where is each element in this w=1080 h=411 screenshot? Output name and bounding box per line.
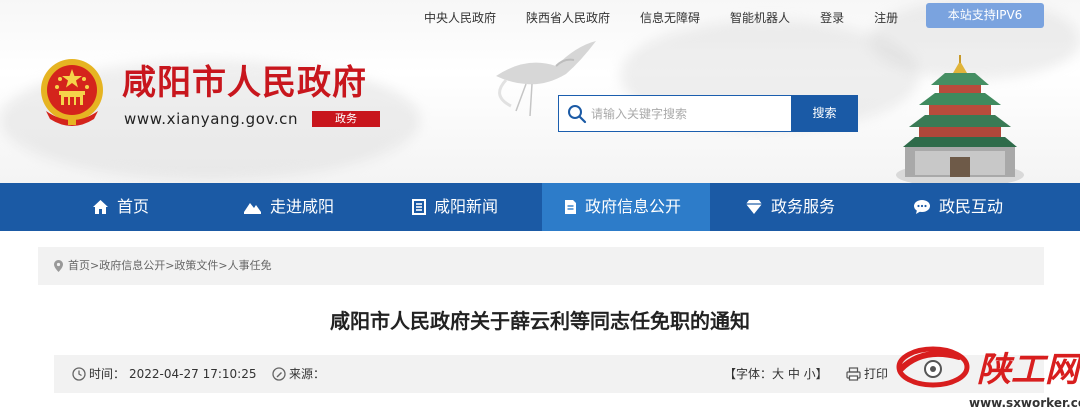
clock-icon bbox=[72, 367, 86, 381]
site-domain: www.xianyang.gov.cn bbox=[124, 110, 299, 128]
nav-item-info-disclosure[interactable]: 政府信息公开 bbox=[542, 183, 710, 231]
svg-text:陕工网: 陕工网 bbox=[977, 350, 1080, 390]
mountain-icon bbox=[244, 203, 261, 214]
nav-item-interaction[interactable]: 政民互动 bbox=[913, 183, 1003, 231]
source-label: 来源： bbox=[289, 367, 326, 381]
nav-item-label: 政务服务 bbox=[771, 197, 836, 216]
time-value: 2022-04-27 17:10:25 bbox=[129, 367, 257, 381]
main-nav: 首页 走进咸阳 咸阳新闻 政府信息公开 政务服务 政民互动 bbox=[0, 183, 1080, 231]
bell-tower-illustration bbox=[896, 55, 1024, 183]
search-box: 搜索 bbox=[558, 95, 858, 132]
link-login[interactable]: 登录 bbox=[820, 9, 844, 27]
search-button[interactable]: 搜索 bbox=[791, 95, 858, 132]
diamond-icon bbox=[746, 200, 762, 214]
print-button[interactable]: 打印 bbox=[846, 355, 888, 393]
link-shaanxi-government[interactable]: 陕西省人民政府 bbox=[526, 9, 610, 27]
nav-item-label: 咸阳新闻 bbox=[434, 197, 499, 216]
search-icon bbox=[568, 105, 587, 124]
sxworker-watermark-logo: 陕工网 www.sxworker.com bbox=[896, 346, 1080, 410]
location-pin-icon bbox=[54, 260, 63, 272]
document-icon bbox=[565, 200, 576, 214]
printer-icon bbox=[846, 367, 861, 381]
link-central-government[interactable]: 中央人民政府 bbox=[424, 9, 496, 27]
link-accessibility[interactable]: 信息无障碍 bbox=[640, 9, 700, 27]
print-label: 打印 bbox=[864, 367, 889, 381]
national-emblem-icon bbox=[41, 59, 103, 126]
domain-tag: 政务 bbox=[312, 111, 380, 127]
news-icon bbox=[412, 199, 426, 215]
ipv6-badge: 本站支持IPV6 bbox=[926, 3, 1044, 28]
nav-item-label: 政民互动 bbox=[939, 197, 1004, 216]
nav-item-news[interactable]: 咸阳新闻 bbox=[412, 183, 498, 231]
nav-item-label: 政府信息公开 bbox=[585, 197, 682, 216]
nav-item-label: 走进咸阳 bbox=[270, 197, 335, 216]
nav-item-about-xianyang[interactable]: 走进咸阳 bbox=[243, 183, 334, 231]
nav-item-home[interactable]: 首页 bbox=[92, 183, 149, 231]
chat-icon bbox=[914, 200, 930, 214]
search-input[interactable] bbox=[591, 97, 787, 130]
time-label: 时间： bbox=[89, 367, 126, 381]
article-source: 来源： bbox=[272, 355, 325, 393]
article-title: 咸阳市人民政府关于薛云利等同志任免职的通知 bbox=[330, 309, 750, 333]
breadcrumb-path[interactable]: 首页>政府信息公开>政策文件>人事任免 bbox=[68, 247, 272, 285]
link-smart-robot[interactable]: 智能机器人 bbox=[730, 9, 790, 27]
top-links: 中央人民政府 陕西省人民政府 信息无障碍 智能机器人 登录 注册 bbox=[424, 9, 928, 27]
nav-item-services[interactable]: 政务服务 bbox=[745, 183, 835, 231]
publish-time: 时间： 2022-04-27 17:10:25 bbox=[72, 355, 256, 393]
home-icon bbox=[93, 200, 108, 214]
svg-text:www.sxworker.com: www.sxworker.com bbox=[969, 396, 1080, 410]
site-title: 咸阳市人民政府 bbox=[122, 63, 367, 103]
link-register[interactable]: 注册 bbox=[874, 9, 898, 27]
nav-item-label: 首页 bbox=[117, 197, 150, 216]
pen-icon bbox=[272, 367, 286, 381]
breadcrumb: 首页>政府信息公开>政策文件>人事任免 bbox=[38, 247, 1044, 285]
site-header: 中央人民政府 陕西省人民政府 信息无障碍 智能机器人 登录 注册 本站支持IPV… bbox=[0, 0, 1080, 183]
font-size-controls[interactable]: 【字体：大 中 小】 bbox=[724, 355, 828, 393]
